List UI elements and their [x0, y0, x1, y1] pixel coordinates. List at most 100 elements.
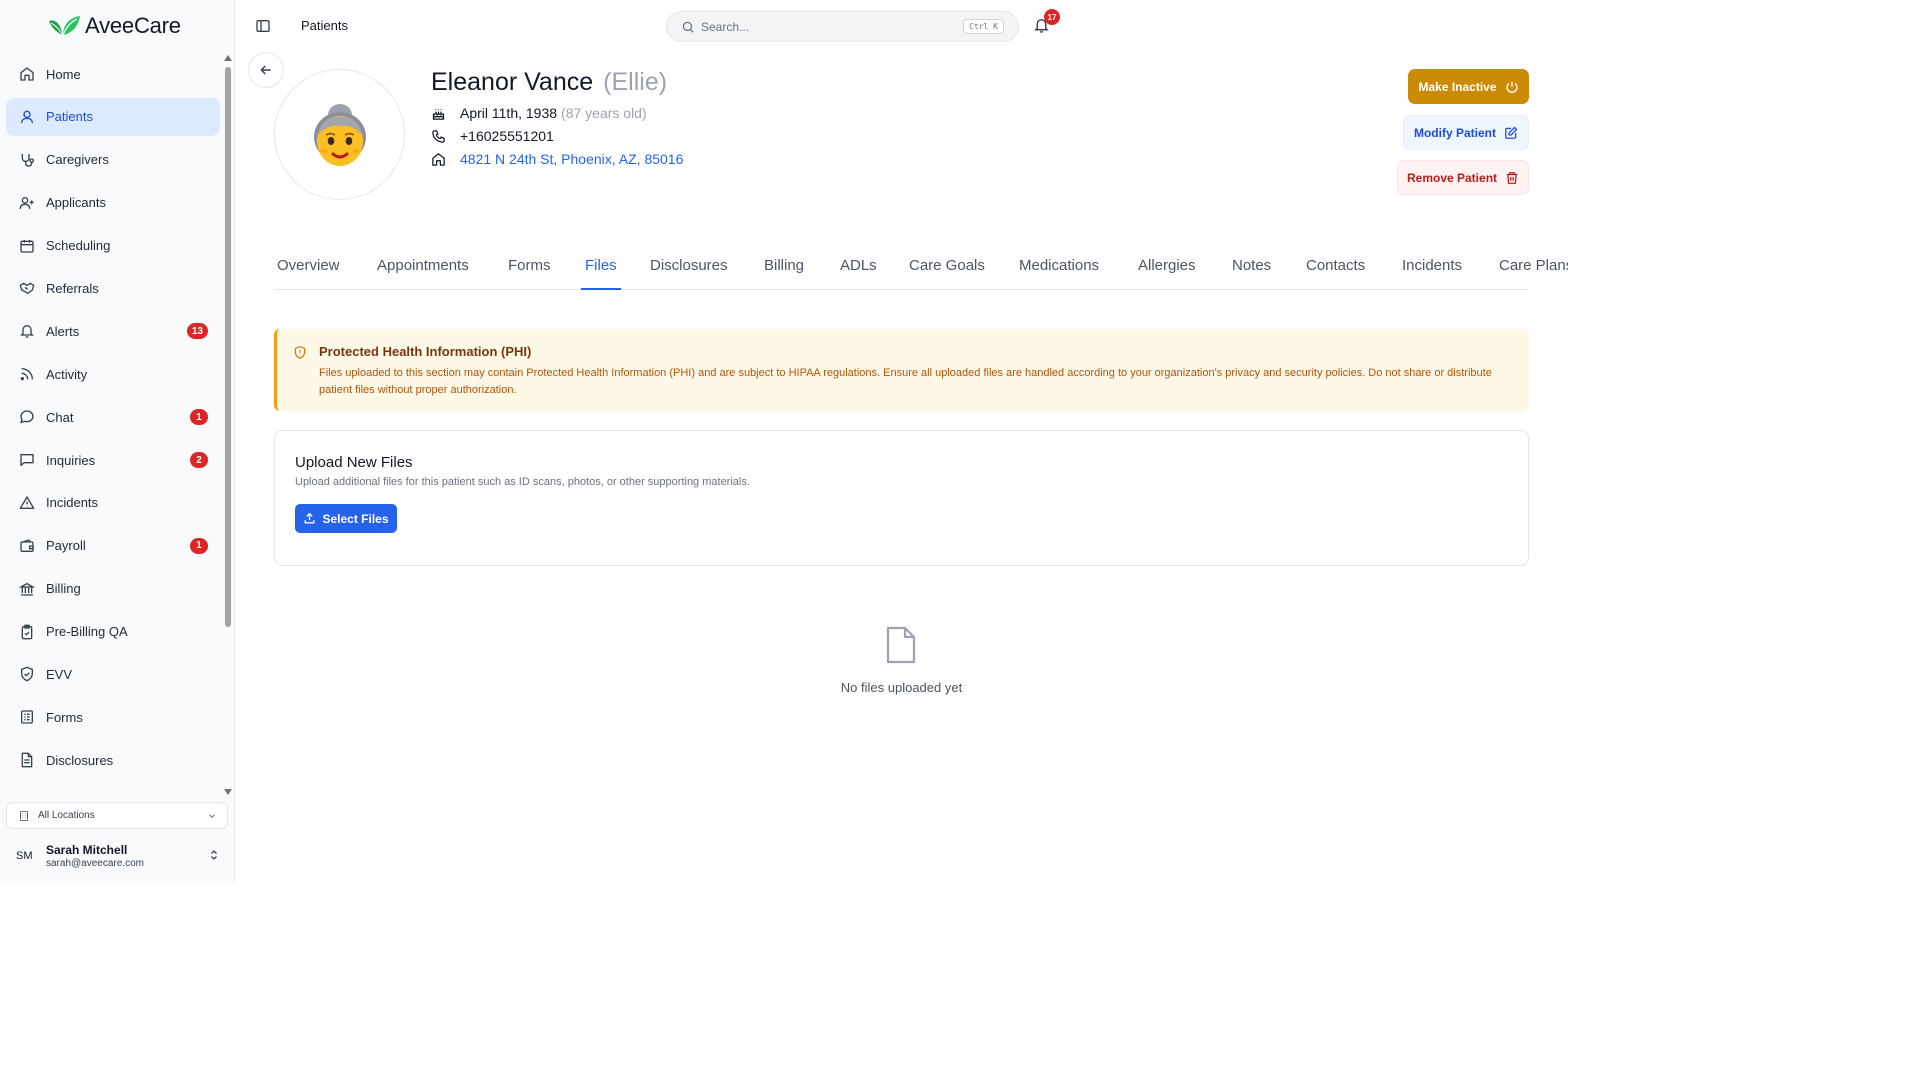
search-icon	[681, 20, 695, 34]
sidebar-scrollbar[interactable]	[223, 55, 233, 795]
make-inactive-button[interactable]: Make Inactive	[1408, 69, 1529, 104]
sidebar-item-incidents[interactable]: Incidents	[6, 484, 220, 522]
wallet-icon	[18, 537, 36, 555]
scroll-up-arrow-icon[interactable]	[224, 55, 232, 61]
sidebar-item-disclosures[interactable]: Disclosures	[6, 741, 220, 779]
sidebar-item-applicants[interactable]: Applicants	[6, 184, 220, 222]
tab-contacts[interactable]: Contacts	[1306, 257, 1365, 290]
back-button[interactable]	[248, 52, 284, 88]
user-name: Sarah Mitchell	[46, 843, 128, 857]
shield-alert-icon	[293, 345, 307, 360]
tab-appointments[interactable]: Appointments	[377, 257, 469, 290]
select-files-label: Select Files	[322, 511, 389, 526]
sidebar-item-activity[interactable]: Activity	[6, 355, 220, 393]
scroll-down-arrow-icon[interactable]	[224, 789, 232, 795]
tab-adls[interactable]: ADLs	[840, 257, 877, 290]
chevrons-up-down-icon	[208, 848, 220, 862]
user-plus-icon	[18, 194, 36, 212]
user-menu[interactable]: SM Sarah Mitchell sarah@aveecare.com	[6, 836, 228, 876]
sidebar-item-label: Activity	[46, 366, 88, 382]
tab-disclosures[interactable]: Disclosures	[650, 257, 728, 290]
upload-description: Upload additional files for this patient…	[295, 476, 750, 488]
tab-care-goals[interactable]: Care Goals	[909, 257, 985, 290]
chat-count-badge: 1	[190, 409, 208, 426]
sidebar-item-scheduling[interactable]: Scheduling	[6, 227, 220, 265]
search-shortcut-hint: Ctrl K	[963, 19, 1004, 34]
sidebar-item-alerts[interactable]: Alerts 13	[6, 312, 220, 350]
bank-icon	[18, 580, 36, 598]
alerts-count-badge: 13	[186, 323, 208, 340]
sidebar-item-label: Billing	[46, 581, 81, 597]
sidebar-item-label: Payroll	[46, 538, 86, 554]
sidebar-item-forms[interactable]: Forms	[6, 698, 220, 736]
sidebar-item-billing[interactable]: Billing	[6, 570, 220, 608]
patient-full-name: Eleanor Vance	[431, 68, 594, 96]
tab-notes[interactable]: Notes	[1232, 257, 1271, 290]
sidebar-item-caregivers[interactable]: Caregivers	[6, 141, 220, 179]
tab-forms[interactable]: Forms	[508, 257, 551, 290]
birthday-cake-icon	[431, 106, 447, 121]
remove-patient-button[interactable]: Remove Patient	[1397, 160, 1529, 195]
select-files-button[interactable]: Select Files	[295, 504, 397, 533]
sidebar: AveeCare Home Patients Caregivers Applic…	[0, 0, 235, 882]
logo[interactable]: AveeCare	[47, 12, 181, 40]
sidebar-item-home[interactable]: Home	[6, 55, 220, 93]
sidebar-item-label: Forms	[46, 709, 83, 725]
search-bar[interactable]: Ctrl K	[666, 11, 1019, 42]
sidebar-nav: Home Patients Caregivers Applicants Sche…	[6, 55, 220, 784]
tab-files[interactable]: Files	[581, 257, 621, 290]
home-icon	[18, 65, 36, 83]
sidebar-item-label: EVV	[46, 666, 73, 682]
sidebar-item-referrals[interactable]: Referrals	[6, 269, 220, 307]
sidebar-item-inquiries[interactable]: Inquiries 2	[6, 441, 220, 479]
location-select[interactable]: All Locations	[6, 802, 228, 829]
sidebar-item-chat[interactable]: Chat 1	[6, 398, 220, 436]
building-icon	[18, 810, 30, 822]
patient-address-link[interactable]: 4821 N 24th St, Phoenix, AZ, 85016	[460, 151, 683, 167]
phone-icon	[431, 129, 447, 144]
message-square-icon	[18, 451, 36, 469]
search-input[interactable]	[701, 19, 951, 34]
sidebar-item-label: Referrals	[46, 280, 99, 296]
handshake-icon	[18, 279, 36, 297]
tab-medications[interactable]: Medications	[1019, 257, 1099, 290]
scrollbar-thumb[interactable]	[225, 67, 231, 627]
edit-icon	[1504, 126, 1518, 140]
sidebar-item-payroll[interactable]: Payroll 1	[6, 527, 220, 565]
breadcrumb[interactable]: Patients	[301, 18, 348, 33]
sidebar-item-evv[interactable]: EVV	[6, 655, 220, 693]
tab-care-plans-overflow[interactable]: Care Plans	[1499, 257, 1568, 287]
avatar: SM	[16, 850, 33, 862]
tab-allergies[interactable]: Allergies	[1138, 257, 1196, 290]
user-email: sarah@aveecare.com	[46, 858, 144, 869]
modify-patient-button[interactable]: Modify Patient	[1403, 115, 1529, 150]
toggle-sidebar-icon[interactable]	[255, 18, 271, 34]
sidebar-item-patients[interactable]: Patients	[6, 97, 220, 136]
calendar-icon	[18, 237, 36, 255]
sidebar-item-label: Home	[46, 66, 81, 82]
stethoscope-icon	[18, 151, 36, 169]
patient-dob-row: April 11th, 1938 (87 years old)	[431, 105, 647, 121]
tab-overview[interactable]: Overview	[277, 257, 340, 290]
tab-incidents[interactable]: Incidents	[1402, 257, 1462, 290]
sidebar-item-pre-billing-qa[interactable]: Pre-Billing QA	[6, 613, 220, 651]
document-icon	[18, 751, 36, 769]
clipboard-check-icon	[18, 623, 36, 641]
upload-title: Upload New Files	[295, 454, 413, 471]
empty-file-icon	[884, 625, 918, 665]
notifications-count-badge: 17	[1044, 9, 1060, 25]
brand-name: AveeCare	[85, 13, 181, 38]
patient-age: (87 years old)	[561, 105, 647, 121]
sidebar-item-label: Patients	[46, 109, 93, 125]
phi-title: Protected Health Information (PHI)	[319, 344, 532, 359]
sidebar-item-label: Pre-Billing QA	[46, 624, 128, 640]
tab-billing[interactable]: Billing	[764, 257, 804, 290]
upload-files-card: Upload New Files Upload additional files…	[274, 430, 1529, 566]
sidebar-item-label: Incidents	[46, 495, 99, 511]
phi-warning-banner: Protected Health Information (PHI) Files…	[274, 329, 1529, 411]
patient-photo	[274, 69, 405, 200]
patient-phone-row: +16025551201	[431, 128, 554, 144]
make-inactive-label: Make Inactive	[1418, 79, 1497, 94]
inquiries-count-badge: 2	[190, 452, 208, 469]
empty-state-text: No files uploaded yet	[840, 680, 963, 695]
